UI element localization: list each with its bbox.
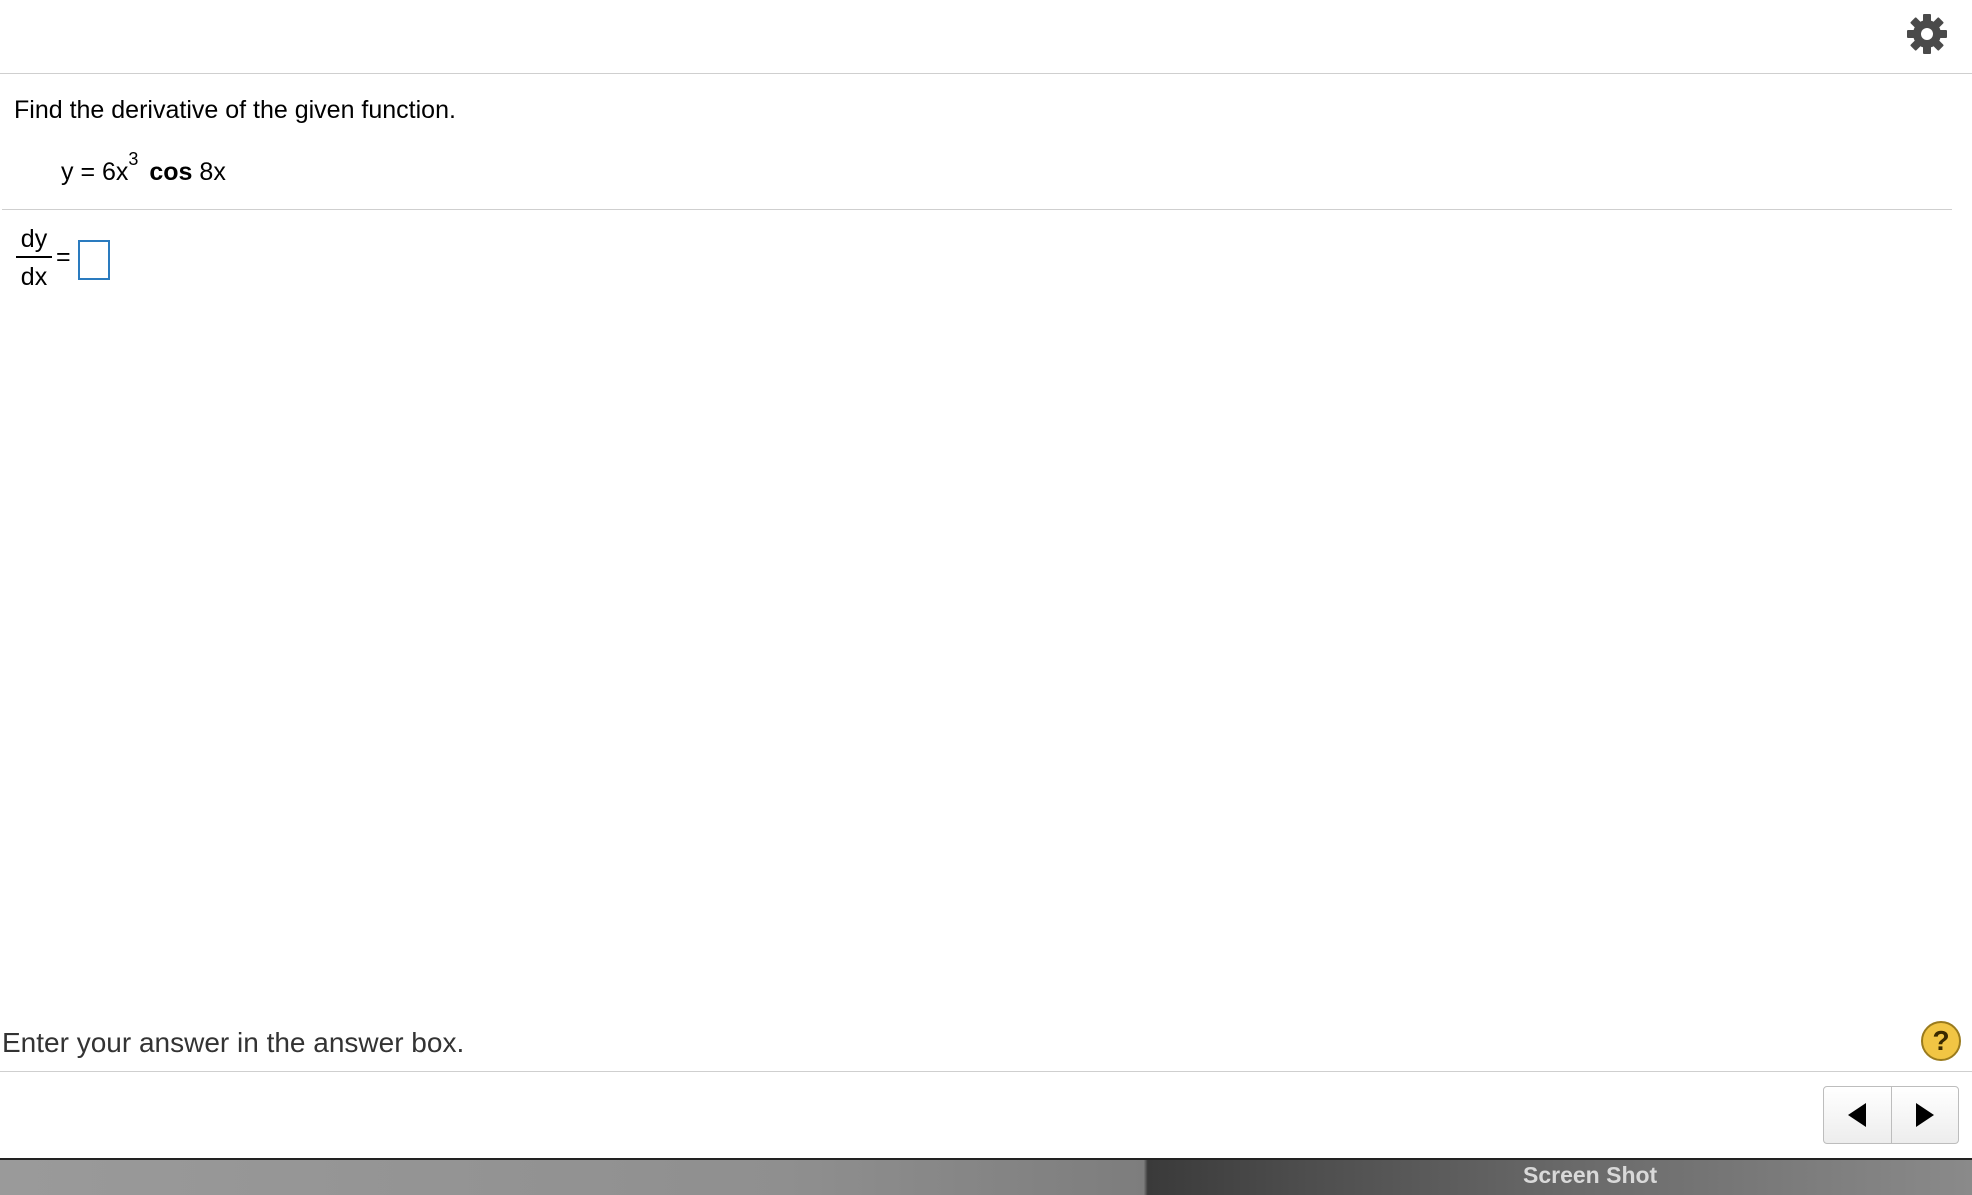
question-navigation xyxy=(1823,1086,1959,1144)
settings-button[interactable] xyxy=(1905,12,1949,56)
function-lhs: y = 6x xyxy=(61,158,129,186)
triangle-left-icon xyxy=(1848,1103,1867,1127)
fraction-bar xyxy=(16,256,52,258)
question-prompt: Find the derivative of the given functio… xyxy=(14,96,456,124)
question-divider xyxy=(2,209,1952,210)
fraction-numerator: dy xyxy=(20,225,48,253)
fraction-denominator: dx xyxy=(20,263,48,291)
function-argument: 8x xyxy=(199,158,226,186)
function-name: cos xyxy=(149,158,193,186)
desktop-file-label[interactable]: Screen Shot xyxy=(1523,1162,1657,1189)
instruction-text: Enter your answer in the answer box. xyxy=(2,1027,465,1058)
answer-input[interactable] xyxy=(78,240,110,280)
gear-icon xyxy=(1907,14,1947,54)
help-button[interactable]: ? xyxy=(1921,1021,1961,1061)
derivative-fraction: dy dx xyxy=(16,224,52,292)
status-divider xyxy=(0,1071,1972,1072)
top-bar xyxy=(0,0,1972,74)
triangle-right-icon xyxy=(1915,1103,1934,1127)
next-button[interactable] xyxy=(1890,1087,1959,1143)
equals-sign: = xyxy=(56,243,71,271)
function-exponent: 3 xyxy=(128,149,139,169)
previous-button[interactable] xyxy=(1824,1087,1891,1143)
help-label: ? xyxy=(1932,1025,1950,1056)
function-expression: y = 6x3 cos 8x xyxy=(61,149,226,187)
desktop-background xyxy=(0,1160,1972,1195)
